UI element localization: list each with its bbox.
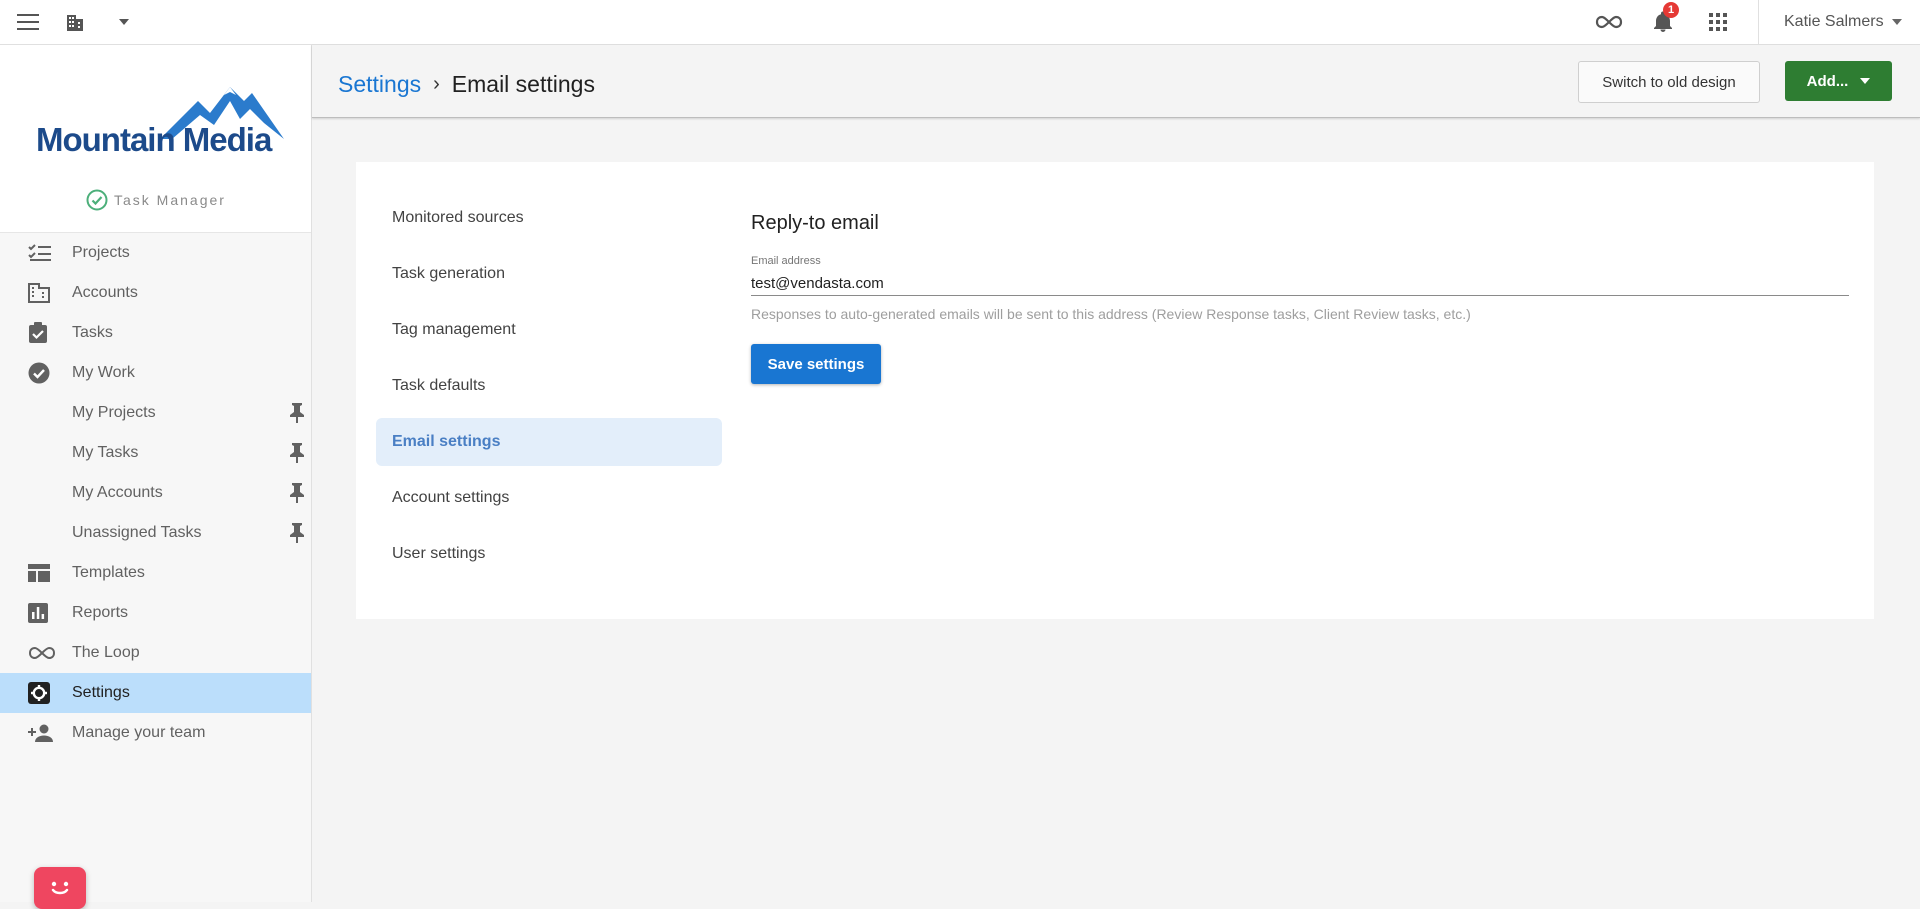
settings-subnav: Monitored sources Task generation Tag ma…: [376, 194, 722, 586]
infinity-icon: [0, 646, 72, 660]
email-settings-pane: Reply-to email Email address Responses t…: [751, 212, 1849, 384]
product-name: Task Manager: [114, 192, 226, 208]
email-field[interactable]: [751, 271, 1849, 296]
building-icon: [0, 283, 72, 303]
sidebar-item-my-projects[interactable]: My Projects: [0, 393, 311, 433]
switch-to-old-design-button[interactable]: Switch to old design: [1578, 61, 1760, 103]
settings-card: Monitored sources Task generation Tag ma…: [356, 162, 1874, 619]
add-person-icon: [0, 724, 72, 742]
pin-icon[interactable]: [289, 523, 305, 548]
sidebar-item-label: Manage your team: [72, 724, 206, 741]
page-title: Email settings: [451, 71, 595, 97]
sidebar-item-templates[interactable]: Templates: [0, 553, 311, 593]
notification-badge: 1: [1663, 2, 1679, 18]
add-button-label: Add...: [1806, 72, 1849, 90]
brand-logo-area: Mountain Media Task Manager: [0, 45, 311, 233]
sidebar-item-unassigned-tasks[interactable]: Unassigned Tasks: [0, 513, 311, 553]
sidebar-item-label: Settings: [72, 684, 130, 701]
sidebar-item-my-accounts[interactable]: My Accounts: [0, 473, 311, 513]
sidebar-item-manage-team[interactable]: Manage your team: [0, 713, 311, 753]
bar-chart-icon: [0, 603, 72, 623]
check-circle-icon: [86, 189, 108, 211]
settings-nav-monitored-sources[interactable]: Monitored sources: [376, 194, 722, 242]
sidebar-item-my-tasks[interactable]: My Tasks: [0, 433, 311, 473]
email-field-hint: Responses to auto-generated emails will …: [751, 306, 1471, 322]
check-circle-icon: [0, 362, 72, 384]
sidebar-item-my-work[interactable]: My Work: [0, 353, 311, 393]
pin-icon[interactable]: [289, 483, 305, 508]
add-dropdown-button[interactable]: Add...: [1785, 61, 1892, 101]
sidebar-item-label: My Work: [72, 364, 135, 381]
sidebar-item-label: My Tasks: [72, 444, 139, 461]
checklist-icon: [0, 244, 72, 262]
sidebar-nav: Projects Accounts Tasks My Work My Proje…: [0, 233, 311, 753]
sidebar-item-label: My Accounts: [72, 484, 163, 501]
pin-icon[interactable]: [289, 443, 305, 468]
settings-nav-account-settings[interactable]: Account settings: [376, 474, 722, 522]
settings-nav-task-generation[interactable]: Task generation: [376, 250, 722, 298]
save-settings-button[interactable]: Save settings: [751, 344, 881, 384]
smiley-face-icon: [51, 881, 69, 895]
sidebar-item-the-loop[interactable]: The Loop: [0, 633, 311, 673]
sidebar-item-projects[interactable]: Projects: [0, 233, 311, 273]
sidebar: Mountain Media Task Manager Projects Acc…: [0, 45, 312, 909]
user-name: Katie Salmers: [1784, 13, 1884, 30]
sidebar-item-label: Unassigned Tasks: [72, 524, 202, 541]
sidebar-item-label: Tasks: [72, 324, 113, 341]
sidebar-item-label: Accounts: [72, 284, 138, 301]
sidebar-item-label: Reports: [72, 604, 129, 621]
notifications-bell-icon[interactable]: 1: [1648, 2, 1679, 36]
settings-nav-user-settings[interactable]: User settings: [376, 530, 722, 578]
breadcrumb: Settings › Email settings: [338, 71, 595, 98]
user-menu[interactable]: Katie Salmers: [1784, 10, 1902, 34]
chevron-down-icon[interactable]: [114, 8, 134, 36]
settings-nav-tag-management[interactable]: Tag management: [376, 306, 722, 354]
chat-widget-button[interactable]: [34, 867, 86, 909]
sidebar-item-label: Projects: [72, 244, 130, 261]
sidebar-item-tasks[interactable]: Tasks: [0, 313, 311, 353]
sidebar-item-label: Templates: [72, 564, 145, 581]
building-icon[interactable]: [62, 8, 88, 36]
template-icon: [0, 564, 72, 582]
chevron-down-icon: [1891, 19, 1902, 25]
apps-grid-icon[interactable]: [1704, 8, 1732, 36]
settings-nav-task-defaults[interactable]: Task defaults: [376, 362, 722, 410]
sidebar-item-label: The Loop: [72, 644, 140, 661]
email-field-label: Email address: [751, 255, 821, 267]
top-bar: 1 Katie Salmers: [0, 0, 1920, 45]
settings-nav-email-settings[interactable]: Email settings: [376, 418, 722, 466]
clipboard-check-icon: [0, 322, 72, 344]
sidebar-item-label: My Projects: [72, 404, 156, 421]
breadcrumb-settings-link[interactable]: Settings: [338, 71, 421, 98]
hamburger-menu-icon[interactable]: [14, 8, 42, 36]
topbar-divider: [1758, 0, 1759, 44]
product-label: Task Manager: [86, 189, 226, 211]
chevron-down-icon: [1860, 78, 1871, 84]
brand-name: Mountain Media: [36, 121, 272, 158]
sidebar-item-settings[interactable]: Settings: [0, 673, 311, 713]
gear-icon: [0, 682, 72, 704]
breadcrumb-separator: ›: [433, 73, 440, 95]
infinity-icon[interactable]: [1592, 8, 1626, 36]
pin-icon[interactable]: [289, 403, 305, 428]
sidebar-item-reports[interactable]: Reports: [0, 593, 311, 633]
sidebar-item-accounts[interactable]: Accounts: [0, 273, 311, 313]
section-heading: Reply-to email: [751, 212, 879, 234]
page-header: Settings › Email settings Switch to old …: [312, 45, 1920, 118]
